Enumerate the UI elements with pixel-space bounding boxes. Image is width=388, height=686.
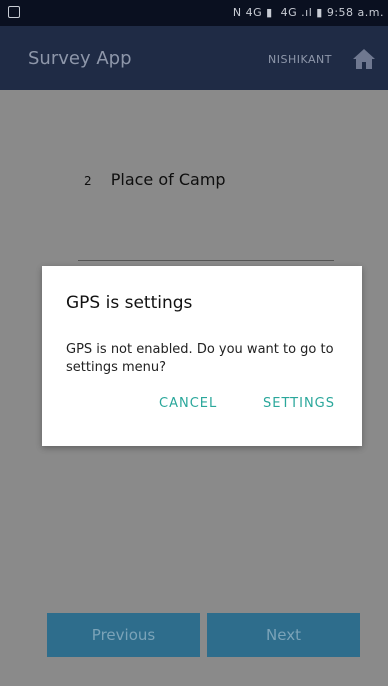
user-name: NISHIKANT bbox=[268, 53, 332, 66]
cancel-button[interactable]: CANCEL bbox=[159, 396, 217, 411]
home-icon[interactable] bbox=[352, 48, 376, 70]
app-title: Survey App bbox=[28, 48, 132, 69]
app-bar: Survey App NISHIKANT bbox=[0, 26, 388, 90]
answer-input[interactable] bbox=[78, 260, 334, 261]
next-button[interactable]: Next bbox=[207, 613, 360, 657]
dialog-title: GPS is settings bbox=[66, 293, 193, 313]
settings-button[interactable]: SETTINGS bbox=[263, 396, 335, 411]
question-label: 2 Place of Camp bbox=[84, 170, 226, 189]
status-icons: ⁠N ⁠⁠4G ⁠⁠▮ ⁠ ⁠4G ⁠.ıl ▮ 9:58 a.m. bbox=[232, 6, 384, 19]
dialog-message: GPS is not enabled. Do you want to go to… bbox=[66, 342, 334, 375]
notification-icon bbox=[8, 6, 20, 18]
gps-dialog: GPS is settings GPS is not enabled. Do y… bbox=[42, 266, 362, 446]
question-text: Place of Camp bbox=[110, 170, 226, 189]
status-bar: ⁠N ⁠⁠4G ⁠⁠▮ ⁠ ⁠4G ⁠.ıl ▮ 9:58 a.m. bbox=[0, 0, 388, 26]
question-number: 2 bbox=[84, 174, 92, 188]
previous-button[interactable]: Previous bbox=[47, 613, 200, 657]
